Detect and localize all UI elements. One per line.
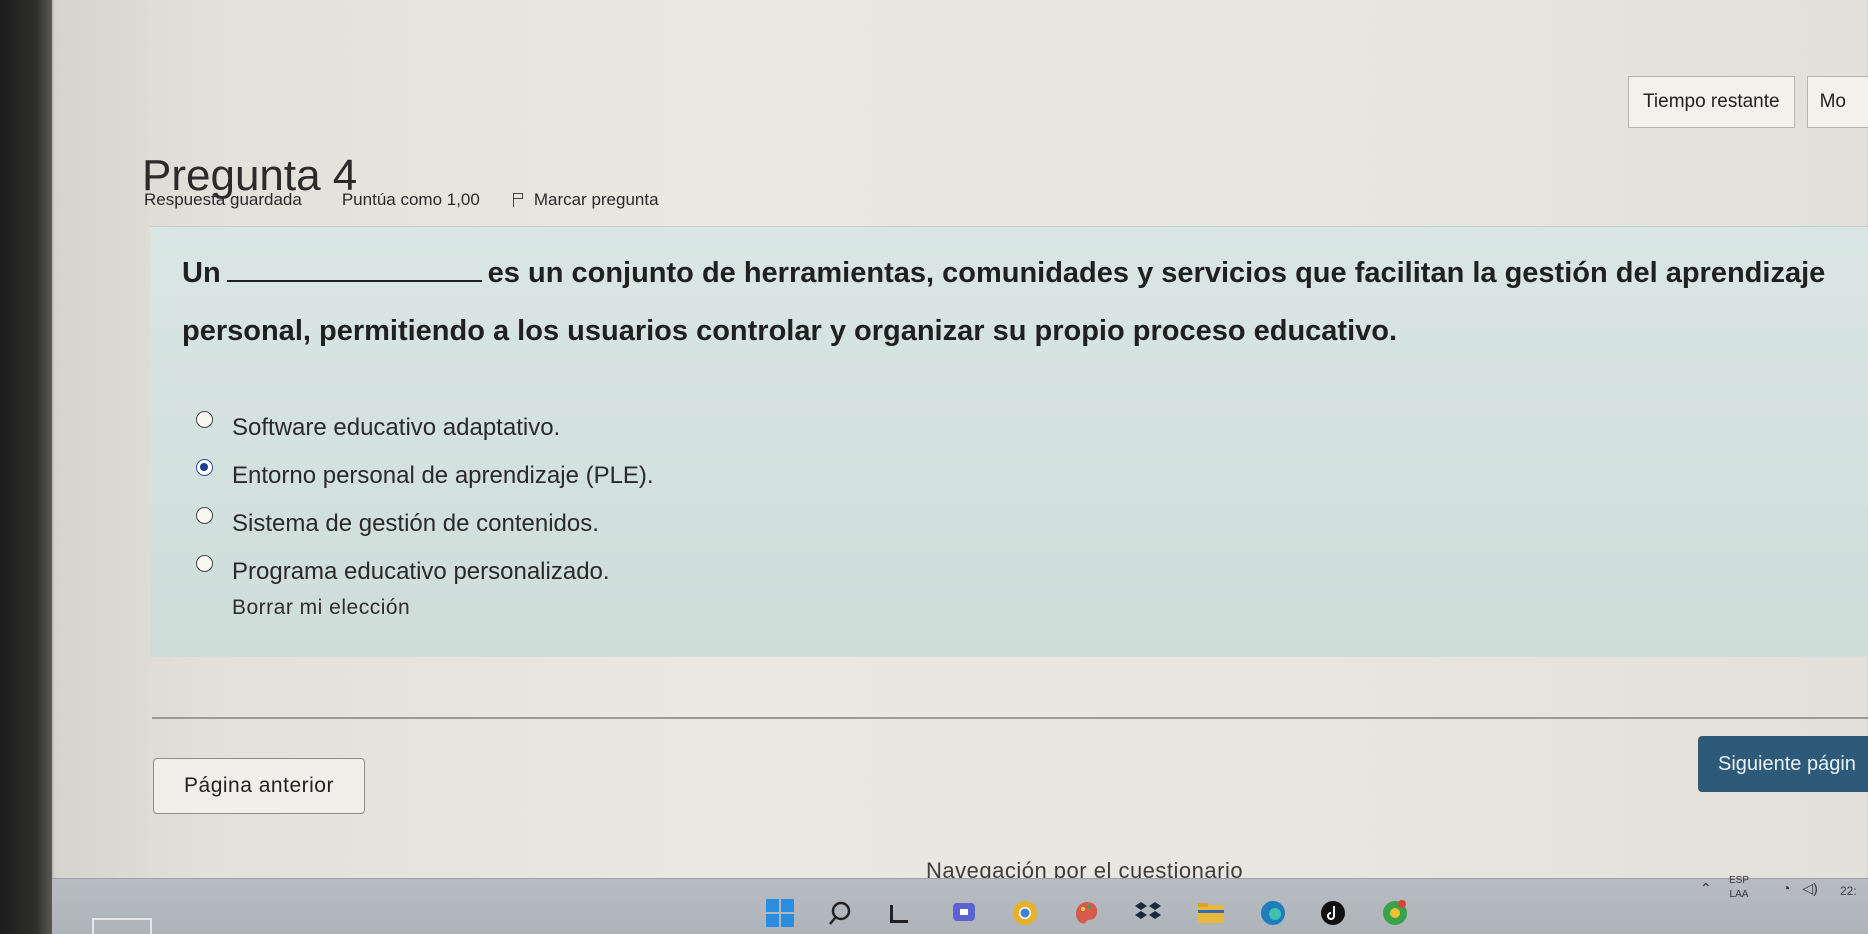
flag-icon bbox=[512, 193, 524, 207]
answer-radio-b[interactable] bbox=[196, 458, 213, 476]
language-indicator[interactable]: ESP LAA bbox=[1724, 874, 1754, 902]
question-text-before: Un bbox=[182, 257, 221, 289]
edge-icon[interactable] bbox=[1258, 898, 1288, 928]
answer-radio-a[interactable] bbox=[196, 410, 213, 428]
chat-icon[interactable] bbox=[950, 898, 980, 928]
chrome-canary-icon[interactable] bbox=[1380, 898, 1410, 928]
language-variant: LAA bbox=[1729, 889, 1749, 900]
answer-radio-d[interactable] bbox=[196, 554, 213, 572]
question-info: Respuesta guardada Puntúa como 1,00 Marc… bbox=[144, 190, 659, 210]
search-icon[interactable] bbox=[828, 898, 858, 928]
file-explorer-icon[interactable] bbox=[1196, 898, 1226, 928]
question-status: Respuesta guardada bbox=[144, 190, 302, 209]
clear-choice-link[interactable]: Borrar mi elección bbox=[232, 596, 410, 620]
task-view-icon[interactable] bbox=[884, 898, 914, 928]
question-blank bbox=[226, 250, 482, 282]
screen-bezel bbox=[0, 0, 52, 934]
clock[interactable]: 22: bbox=[1840, 884, 1868, 898]
timer-label: Tiempo restante bbox=[1628, 76, 1795, 128]
answer-option-b[interactable]: Entorno personal de aprendizaje (PLE). bbox=[196, 452, 654, 500]
answer-list: Software educativo adaptativo. Entorno p… bbox=[196, 404, 654, 596]
timer-block: Tiempo restante Mo bbox=[1628, 76, 1868, 128]
paint-icon[interactable] bbox=[1072, 898, 1102, 928]
tray-status-icons[interactable]: ◔ ◁) bbox=[1782, 880, 1818, 897]
previous-page-button[interactable]: Página anterior bbox=[153, 758, 365, 814]
answer-label-b: Entorno personal de aprendizaje (PLE). bbox=[232, 462, 654, 489]
dropbox-icon[interactable] bbox=[1133, 898, 1163, 928]
answer-label-a: Software educativo adaptativo. bbox=[232, 414, 561, 441]
windows-start-icon[interactable] bbox=[765, 898, 795, 928]
question-text: Un es un conjunto de herramientas, comuni… bbox=[182, 244, 1832, 360]
answer-label-d: Programa educativo personalizado. bbox=[232, 558, 610, 585]
answer-option-c[interactable]: Sistema de gestión de contenidos. bbox=[196, 500, 654, 548]
question-grade: Puntúa como 1,00 bbox=[341, 190, 480, 209]
answer-label-c: Sistema de gestión de contenidos. bbox=[232, 510, 599, 537]
screen-corner-element bbox=[92, 918, 152, 934]
answer-radio-c[interactable] bbox=[196, 506, 213, 524]
tiktok-icon[interactable] bbox=[1318, 898, 1348, 928]
flag-question-link[interactable]: Marcar pregunta bbox=[512, 190, 659, 210]
timer-toggle-button[interactable]: Mo bbox=[1806, 76, 1868, 128]
volume-icon[interactable]: ◁) bbox=[1802, 880, 1817, 896]
chrome-icon[interactable] bbox=[1010, 898, 1040, 928]
tray-expand-icon[interactable]: ⌃ bbox=[1700, 880, 1712, 897]
language-code: ESP bbox=[1728, 875, 1749, 886]
wifi-icon[interactable]: ◔ bbox=[1782, 880, 1790, 896]
divider bbox=[152, 717, 1868, 719]
next-page-button[interactable]: Siguiente págin bbox=[1698, 736, 1868, 792]
answer-option-d[interactable]: Programa educativo personalizado. bbox=[196, 548, 654, 596]
flag-question-label: Marcar pregunta bbox=[533, 190, 659, 209]
answer-option-a[interactable]: Software educativo adaptativo. bbox=[196, 404, 654, 452]
